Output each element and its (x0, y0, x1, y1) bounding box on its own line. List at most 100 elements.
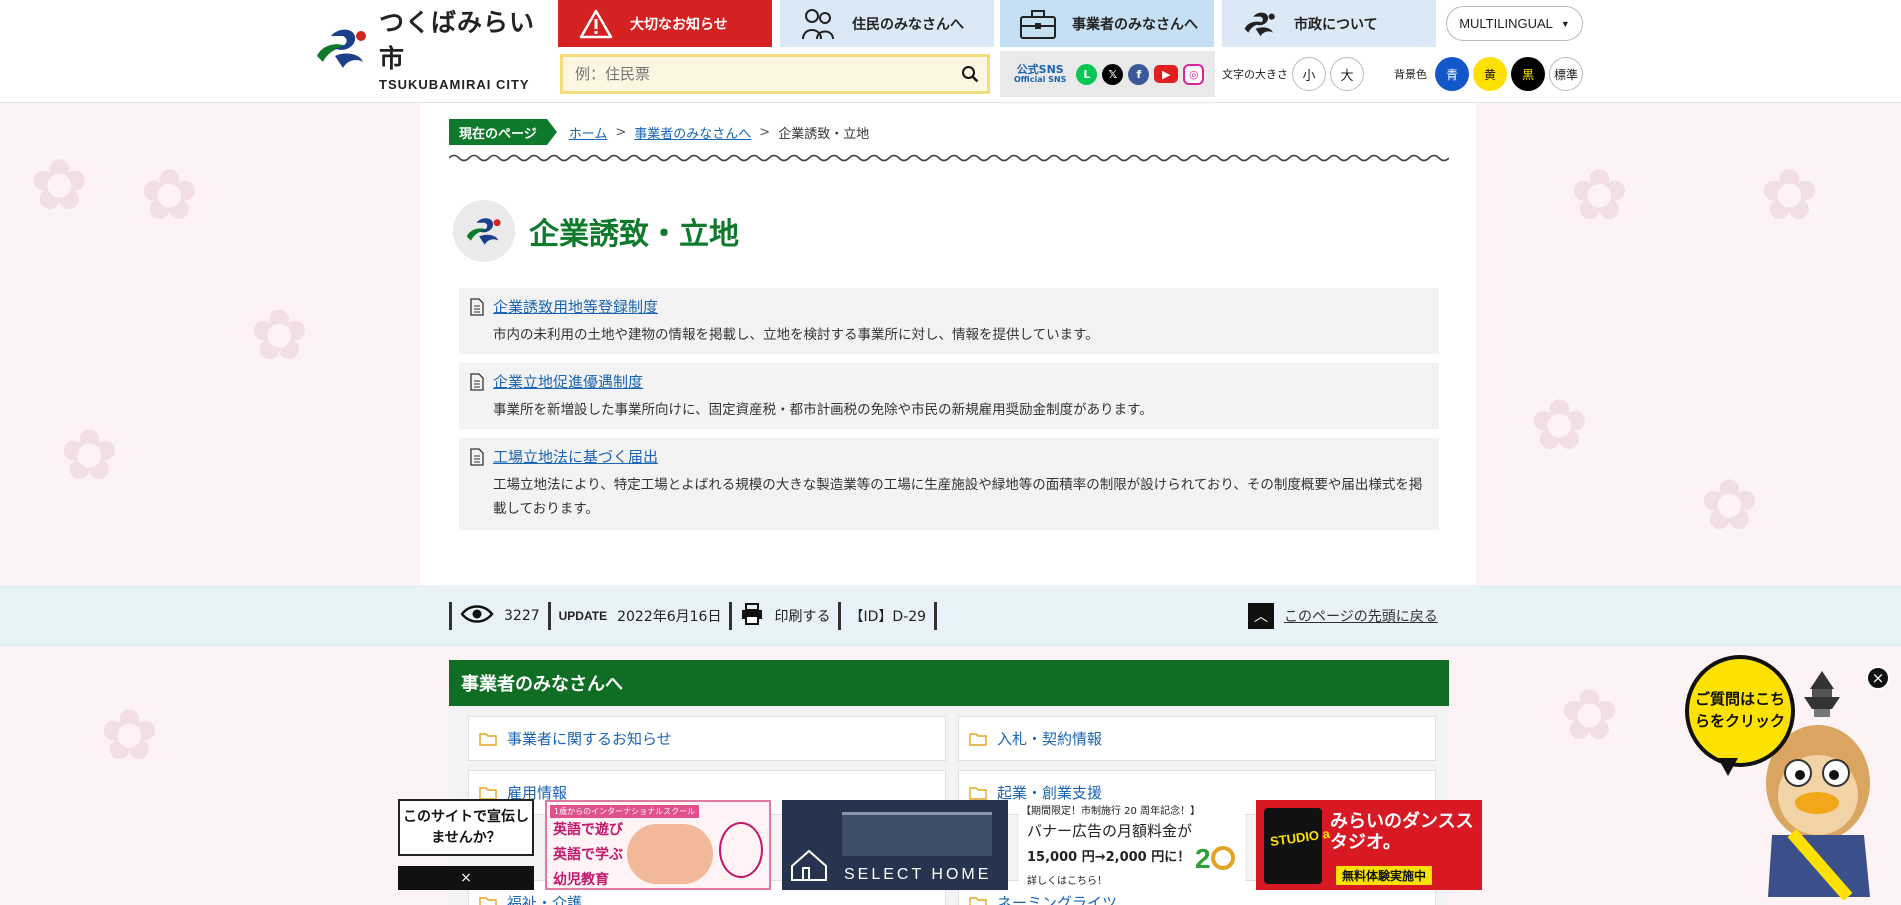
breadcrumb-home-link[interactable]: ホーム (569, 123, 608, 142)
section-title: 事業者のみなさんへ (449, 660, 1449, 706)
x-icon[interactable]: 𝕏 (1102, 63, 1124, 85)
ad1-line: 英語で学ぶ (553, 847, 623, 864)
city-logo-icon (453, 200, 515, 262)
city-mark-icon (1240, 6, 1280, 42)
back-to-top-label: このページの先頭に戻る (1284, 609, 1438, 625)
sns-label: 公式SNS Official SNS (1014, 64, 1066, 84)
folder-icon (479, 786, 497, 800)
line-icon[interactable]: L (1076, 63, 1098, 85)
youtube-icon[interactable]: ▶ (1154, 65, 1179, 83)
ad3-price: 15,000 円→2,000 円に！ (1027, 850, 1191, 865)
back-to-top[interactable]: ︿ このページの先頭に戻る (1248, 603, 1438, 629)
nav-businesses[interactable]: 事業者のみなさんへ (1000, 0, 1214, 47)
petal-decoration: ✿ (100, 694, 159, 776)
search-input[interactable] (563, 65, 953, 83)
category-label: 福祉・介護 (507, 894, 583, 905)
page-id: 【ID】D-29 (849, 609, 927, 625)
folder-icon (969, 896, 987, 905)
category-label: 事業者に関するお知らせ (507, 730, 672, 748)
page-title: 企業誘致・立地 (529, 217, 739, 252)
folder-icon (969, 732, 987, 746)
item-link[interactable]: 工場立地法に基づく届出 (493, 446, 1425, 469)
chevron-up-icon: ︿ (1248, 603, 1274, 629)
nav-residents[interactable]: 住民のみなさんへ (780, 0, 994, 47)
font-size-large-button[interactable]: 大 (1330, 57, 1364, 91)
official-sns: 公式SNS Official SNS L 𝕏 f ▶ ◎ (1000, 51, 1215, 97)
category-link[interactable]: 事業者に関するお知らせ (468, 716, 946, 761)
separator (934, 602, 938, 630)
ad-close-button[interactable]: × (398, 866, 534, 890)
breadcrumb-business-link[interactable]: 事業者のみなさんへ (634, 123, 751, 142)
bg-standard-button[interactable]: 標準 (1549, 57, 1583, 91)
item-link[interactable]: 企業立地促進優遇制度 (493, 371, 1425, 394)
item-link[interactable]: 企業誘致用地等登録制度 (493, 296, 1425, 319)
bg-black-button[interactable]: 黒 (1511, 57, 1545, 91)
font-size-control: 文字の大きさ 小 大 (1222, 57, 1364, 91)
multilingual-dropdown[interactable]: MULTILINGUAL ▼ (1446, 6, 1583, 41)
bg-color-label: 背景色 (1394, 68, 1427, 81)
sns-label-en: Official SNS (1014, 74, 1067, 84)
document-icon (470, 373, 484, 391)
chat-close-button[interactable]: × (1866, 666, 1890, 690)
petal-decoration: ✿ (1530, 384, 1589, 466)
family-icon (798, 6, 838, 42)
petal-decoration: ✿ (250, 294, 309, 376)
font-size-label: 文字の大きさ (1222, 68, 1288, 81)
ad-promo-box[interactable]: このサイトで宣伝しませんか？ (398, 799, 534, 856)
petal-decoration: ✿ (140, 154, 199, 236)
separator (838, 602, 842, 630)
multilingual-label: MULTILINGUAL (1459, 16, 1553, 31)
site-logo[interactable]: つくばみらい市 TSUKUBAMIRAI CITY (313, 8, 543, 92)
school-logo-icon (719, 822, 763, 878)
ad-banner-english-school[interactable]: 1歳からのインターナショナルスクール 英語で遊び 英語で学ぶ 幼児教育 (545, 800, 771, 890)
instagram-icon[interactable]: ◎ (1183, 63, 1205, 85)
ad-banner-select-home[interactable]: SELECT HOME (782, 800, 1008, 890)
petal-decoration: ✿ (1700, 464, 1759, 546)
nav-important-notice[interactable]: 大切なお知らせ (558, 0, 772, 47)
bg-yellow-button[interactable]: 黄 (1473, 57, 1507, 91)
eye-icon (460, 604, 494, 628)
item-description: 工場立地法により、特定工場とよばれる規模の大きな製造業等の工場に生産施設や緑地等… (493, 476, 1423, 517)
category-link[interactable]: 入札・契約情報 (958, 716, 1436, 761)
facebook-icon[interactable]: f (1128, 63, 1150, 85)
update-date: 2022年6月16日 (617, 609, 722, 625)
font-size-small-button[interactable]: 小 (1292, 57, 1326, 91)
bg-blue-button[interactable]: 青 (1435, 57, 1469, 91)
ad4-sub: 無料体験実施中 (1336, 866, 1433, 885)
petal-decoration: ✿ (1760, 154, 1819, 236)
ad-banner-discount[interactable]: 【期間限定！市制施行 20 周年記念！】 バナー広告の月額料金が 15,000 … (1019, 800, 1245, 890)
petal-decoration: ✿ (30, 144, 89, 226)
print-icon[interactable] (740, 602, 764, 630)
view-count: 3227 (504, 608, 540, 624)
ad2-label: SELECT HOME (844, 866, 992, 883)
chat-help-bubble[interactable]: ご質問はこちらをクリック (1685, 655, 1795, 767)
folder-icon (969, 786, 987, 800)
ad-banner-dance-studio[interactable]: STUDIO a みらいのダンススタジオ。 無料体験実施中 (1256, 800, 1482, 890)
item-description: 事業所を新増設した事業所向けに、固定資産税・都市計画税の免除や市民の新規雇用奨励… (493, 401, 1153, 418)
document-icon (470, 448, 484, 466)
bubble-tail (1718, 758, 1738, 776)
ad3-top: 【期間限定！市制施行 20 周年記念！】 (1021, 806, 1201, 817)
anniversary-20-logo: 2 (1191, 836, 1237, 882)
nav-city-administration[interactable]: 市政について (1222, 0, 1436, 47)
house-photo (842, 812, 992, 856)
folder-icon (479, 896, 497, 905)
update-label: UPDATE (558, 609, 608, 623)
search-icon[interactable] (953, 57, 987, 91)
separator (547, 602, 551, 630)
page-meta: 3227 UPDATE 2022年6月16日 印刷する 【ID】D-29 (449, 600, 945, 632)
warning-icon (576, 6, 616, 42)
breadcrumb-current-page: 企業誘致・立地 (778, 126, 870, 142)
petal-decoration: ✿ (1560, 674, 1619, 756)
ad3-more: 詳しくはこちら！ (1027, 876, 1107, 887)
petal-decoration: ✿ (1570, 154, 1629, 236)
nav-label: 事業者のみなさんへ (1072, 16, 1198, 33)
print-link[interactable]: 印刷する (774, 606, 830, 626)
breadcrumb-separator: > (615, 124, 627, 140)
nav-label: 大切なお知らせ (630, 16, 728, 33)
search-box (560, 54, 990, 94)
breadcrumb: 現在のページ ホーム > 事業者のみなさんへ > 企業誘致・立地 (449, 119, 869, 145)
list-item: 企業立地促進優遇制度 事業所を新増設した事業所向けに、固定資産税・都市計画税の免… (459, 363, 1439, 429)
ad1-line: 英語で遊び (553, 822, 623, 838)
nav-label: 市政について (1294, 16, 1378, 33)
